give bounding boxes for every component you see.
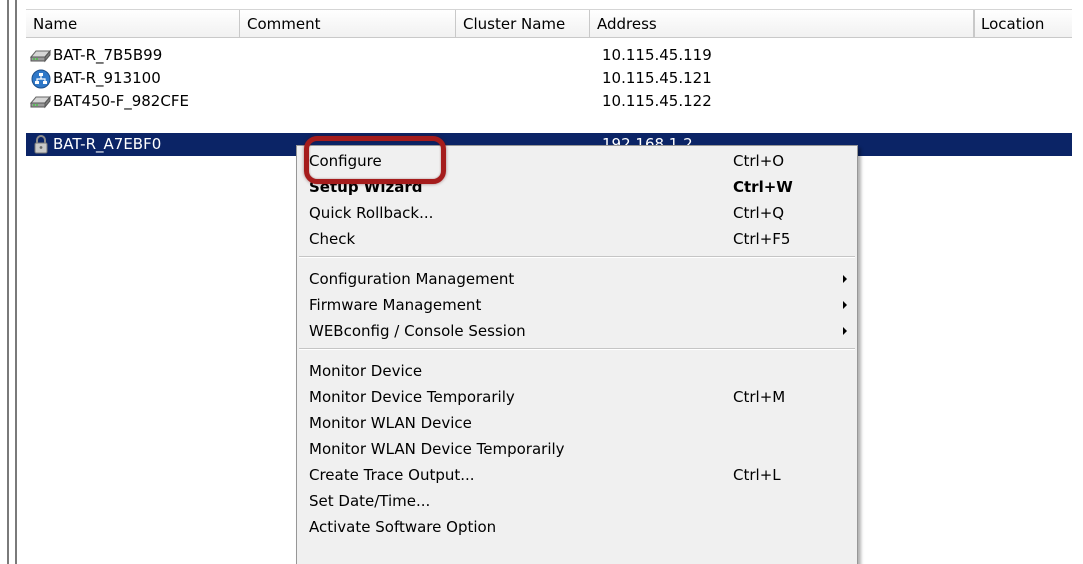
menu-item-label: Monitor Device Temporarily [309,388,515,406]
menu-item-monitor-wlan-device[interactable]: Monitor WLAN Device [297,410,857,436]
menu-item-setup-wizard[interactable]: Setup Wizard Ctrl+W [297,174,857,200]
router-device-icon [30,46,51,66]
menu-item-label: Setup Wizard [309,178,423,196]
menu-separator [299,256,855,258]
device-name-cell: BAT450-F_982CFE [30,90,189,113]
menu-item-label: Configure [309,152,382,170]
menu-item-label: Quick Rollback... [309,204,434,222]
submenu-arrow-icon [843,327,847,335]
table-row[interactable]: BAT-R_7B5B99 10.115.45.119 [26,44,1072,67]
device-name: BAT450-F_982CFE [53,92,189,110]
submenu-arrow-icon [843,275,847,283]
menu-item-check[interactable]: Check Ctrl+F5 [297,226,857,252]
menu-item-monitor-device[interactable]: Monitor Device [297,358,857,384]
device-address: 10.115.45.122 [602,92,712,110]
menu-item-monitor-wlan-device-temporarily[interactable]: Monitor WLAN Device Temporarily [297,436,857,462]
context-menu: Configure Ctrl+O Setup Wizard Ctrl+W Quick R… [296,145,858,564]
menu-item-create-trace-output[interactable]: Create Trace Output... Ctrl+L [297,462,857,488]
column-header-cluster-name[interactable]: Cluster Name [456,10,590,38]
router-device-icon [30,92,51,112]
device-name-cell: BAT-R_7B5B99 [30,44,162,67]
menu-separator [299,348,855,350]
menu-item-webconfig-console-session[interactable]: WEBconfig / Console Session [297,318,857,344]
menu-item-label: Monitor WLAN Device [309,414,472,432]
device-manager-window: Name Comment Cluster Name Address Locati… [0,0,1083,564]
menu-item-quick-rollback[interactable]: Quick Rollback... Ctrl+Q [297,200,857,226]
submenu-arrow-icon [843,301,847,309]
menu-item-activate-software-option[interactable]: Activate Software Option [297,514,857,540]
device-name: BAT-R_913100 [53,69,161,87]
window-frame-bar [15,0,17,564]
menu-item-label: Firmware Management [309,296,482,314]
menu-item-shortcut: Ctrl+O [733,152,785,170]
menu-item-label: Create Trace Output... [309,466,475,484]
menu-item-firmware-management[interactable]: Firmware Management [297,292,857,318]
lock-icon [30,135,51,155]
column-header-comment[interactable]: Comment [240,10,456,38]
device-name: BAT-R_7B5B99 [53,46,163,64]
menu-item-shortcut: Ctrl+L [733,466,781,484]
device-name-cell: BAT-R_913100 [30,67,161,90]
network-device-icon [30,69,51,89]
table-row[interactable]: BAT-R_913100 10.115.45.121 [26,67,1072,90]
menu-item-shortcut: Ctrl+Q [733,204,785,222]
device-name-cell: BAT-R_A7EBF0 [30,133,161,156]
menu-item-shortcut: Ctrl+M [733,388,786,406]
device-address: 10.115.45.121 [602,69,712,87]
device-address: 10.115.45.119 [602,46,712,64]
menu-item-label: WEBconfig / Console Session [309,322,526,340]
menu-item-shortcut: Ctrl+W [733,178,793,196]
menu-item-label: Monitor WLAN Device Temporarily [309,440,565,458]
table-header: Name Comment Cluster Name Address Locati… [26,9,1072,38]
menu-item-set-date-time[interactable]: Set Date/Time... [297,488,857,514]
device-name: BAT-R_A7EBF0 [53,135,162,153]
menu-item-configure[interactable]: Configure Ctrl+O [297,148,857,174]
column-header-address[interactable]: Address [590,10,974,38]
menu-item-label: Monitor Device [309,362,423,380]
column-header-name[interactable]: Name [26,10,240,38]
menu-item-label: Configuration Management [309,270,515,288]
column-header-location[interactable]: Location [974,10,1072,38]
table-row[interactable]: BAT450-F_982CFE 10.115.45.122 [26,90,1072,113]
menu-item-label: Set Date/Time... [309,492,431,510]
menu-item-configuration-management[interactable]: Configuration Management [297,266,857,292]
window-frame-bar [7,0,9,564]
menu-item-monitor-device-temporarily[interactable]: Monitor Device Temporarily Ctrl+M [297,384,857,410]
menu-item-label: Activate Software Option [309,518,497,536]
menu-item-shortcut: Ctrl+F5 [733,230,791,248]
menu-item-label: Check [309,230,356,248]
